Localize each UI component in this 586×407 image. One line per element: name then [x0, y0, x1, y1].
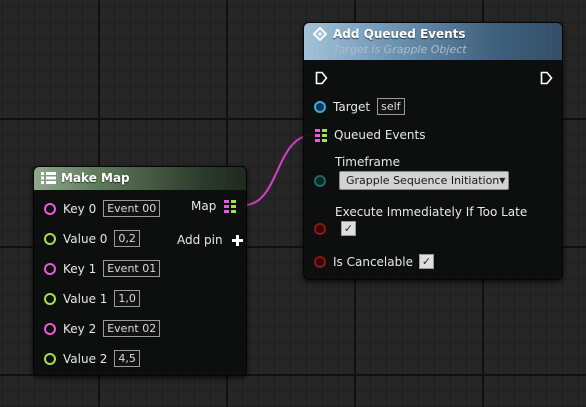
make-map-node[interactable]: Make Map Key 0 Event 00 Value 0 0,2 Key …: [33, 166, 247, 376]
plus-icon[interactable]: [231, 234, 243, 246]
timeframe-dropdown[interactable]: Grapple Sequence Initiation ▼: [339, 171, 509, 190]
make-map-row-value-0[interactable]: Value 0 0,2: [44, 230, 140, 247]
is-cancelable-label: Is Cancelable: [333, 254, 413, 269]
is-cancelable-pin[interactable]: [314, 255, 326, 268]
exec-in-pin-icon[interactable]: [315, 71, 328, 85]
add-pin-label: Add pin: [177, 233, 223, 247]
timeframe-pin[interactable]: [314, 174, 326, 187]
add-queued-events-title: Add Queued Events: [333, 27, 466, 41]
value-1-pin[interactable]: [44, 292, 56, 305]
execute-immediately-label: Execute Immediately If Too Late: [335, 205, 528, 219]
is-cancelable-checkbox[interactable]: ✓: [418, 254, 434, 269]
value-0-pin[interactable]: [44, 232, 56, 245]
value-2-pin[interactable]: [44, 352, 56, 365]
map-output-label: Map: [191, 199, 217, 213]
execute-immediately-checkbox[interactable]: ✓: [341, 221, 356, 236]
map-node-icon: [41, 172, 56, 184]
add-pin-button[interactable]: Add pin: [177, 233, 243, 247]
value-2-label: Value 2: [63, 351, 108, 366]
target-value[interactable]: self: [377, 98, 405, 115]
target-label: Target: [333, 99, 371, 114]
map-output-row[interactable]: Map: [191, 199, 237, 213]
is-cancelable-row[interactable]: Is Cancelable ✓: [314, 254, 434, 269]
chevron-down-icon: ▼: [499, 176, 506, 185]
execute-immediately-row[interactable]: ✓: [314, 221, 356, 236]
key-1-value[interactable]: Event 01: [103, 260, 161, 277]
make-map-header[interactable]: Make Map: [34, 167, 246, 190]
make-map-row-key-0[interactable]: Key 0 Event 00: [44, 200, 161, 217]
make-map-title: Make Map: [61, 171, 130, 185]
queued-events-row[interactable]: Queued Events: [315, 128, 425, 142]
function-icon: [312, 26, 328, 42]
timeframe-selected: Grapple Sequence Initiation: [346, 174, 500, 187]
key-1-pin[interactable]: [44, 262, 56, 275]
execute-immediately-pin[interactable]: [314, 222, 326, 235]
add-queued-events-header[interactable]: Add Queued Events Target is Grapple Obje…: [304, 23, 562, 60]
timeframe-label: Timeframe: [335, 155, 400, 169]
make-map-row-key-2[interactable]: Key 2 Event 02: [44, 320, 161, 337]
map-output-pin-icon[interactable]: [224, 199, 237, 213]
value-0-value[interactable]: 0,2: [114, 230, 140, 247]
make-map-row-value-1[interactable]: Value 1 1,0: [44, 290, 140, 307]
queued-events-pin-icon[interactable]: [315, 128, 327, 142]
value-1-value[interactable]: 1,0: [114, 290, 140, 307]
key-2-pin[interactable]: [44, 322, 56, 335]
target-row[interactable]: Target self: [314, 98, 405, 115]
value-0-label: Value 0: [63, 231, 108, 246]
key-0-pin[interactable]: [44, 202, 56, 215]
exec-out-pin-icon[interactable]: [540, 71, 553, 85]
queued-events-label: Queued Events: [334, 128, 426, 142]
key-0-value[interactable]: Event 00: [103, 200, 161, 217]
add-queued-events-subtitle: Target is Grapple Object: [333, 43, 467, 56]
key-0-label: Key 0: [63, 201, 97, 216]
key-1-label: Key 1: [63, 261, 97, 276]
key-2-label: Key 2: [63, 321, 97, 336]
value-1-label: Value 1: [63, 291, 108, 306]
add-queued-events-node[interactable]: Add Queued Events Target is Grapple Obje…: [303, 22, 563, 280]
make-map-row-key-1[interactable]: Key 1 Event 01: [44, 260, 161, 277]
make-map-row-value-2[interactable]: Value 2 4,5: [44, 350, 140, 367]
target-pin[interactable]: [314, 100, 326, 113]
key-2-value[interactable]: Event 02: [103, 320, 161, 337]
timeframe-row[interactable]: Grapple Sequence Initiation ▼: [314, 171, 509, 190]
value-2-value[interactable]: 4,5: [114, 350, 140, 367]
